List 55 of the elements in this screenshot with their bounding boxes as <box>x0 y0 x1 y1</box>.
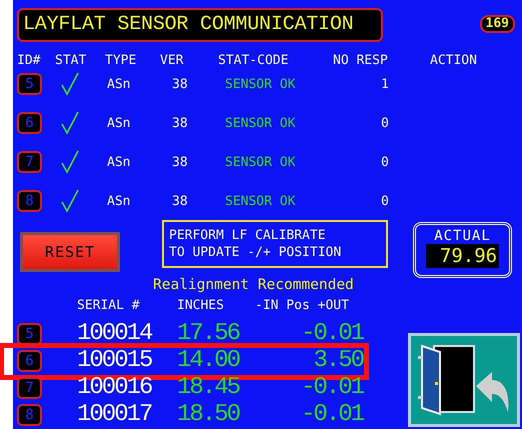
column-header: NO RESP <box>333 52 389 68</box>
exit-button[interactable] <box>408 333 520 427</box>
column-header: STAT-CODE <box>218 52 290 68</box>
sensor-type: ASn <box>106 76 132 92</box>
no-response-count: 0 <box>380 116 390 130</box>
inches-value: 18.50 <box>177 402 240 428</box>
actual-value: 79.96 <box>426 244 500 268</box>
message-line: TO UPDATE -/+ POSITION <box>169 244 342 261</box>
status-code: SENSOR OK <box>224 154 296 170</box>
message-line: PERFORM LF CALIBRATE <box>169 227 327 244</box>
position-value: -0.01 <box>300 320 363 346</box>
screen-number-badge: 169 <box>480 15 515 33</box>
serial-number: 100014 <box>77 320 153 346</box>
no-response-count: 0 <box>380 154 390 170</box>
column-header: SERIAL # <box>77 298 141 312</box>
sensor-version: 38 <box>171 154 189 170</box>
column-header: STAT <box>55 52 88 68</box>
inches-value: 14.00 <box>177 348 240 374</box>
sensor-id-badge[interactable]: 7 <box>17 376 42 398</box>
sensor-version: 38 <box>171 76 189 92</box>
reset-button[interactable]: RESET <box>20 232 120 272</box>
serial-number: 100017 <box>77 402 152 428</box>
sensor-version: 38 <box>171 116 189 130</box>
sensor-version: 38 <box>171 194 189 208</box>
sensor-id-badge[interactable]: 5 <box>17 73 42 95</box>
sensor-id-badge[interactable]: 6 <box>17 350 42 372</box>
sensor-id-badge[interactable]: 8 <box>17 404 42 426</box>
inches-value: 18.45 <box>177 374 240 400</box>
inches-value: 17.56 <box>177 320 240 346</box>
serial-number: 100016 <box>77 374 153 400</box>
no-response-count: 1 <box>380 76 390 92</box>
sensor-type: ASn <box>106 116 132 130</box>
sensor-id-badge[interactable]: 5 <box>17 322 42 344</box>
position-value: -0.01 <box>300 374 363 400</box>
column-header: -IN Pos +OUT <box>255 298 350 312</box>
sensor-id-badge[interactable]: 8 <box>17 190 42 212</box>
status-code: SENSOR OK <box>224 194 296 208</box>
column-header: TYPE <box>105 52 138 68</box>
realignment-notice: Realignment Recommended <box>153 276 355 294</box>
status-code: SENSOR OK <box>224 76 296 92</box>
actual-label: ACTUAL <box>434 228 491 244</box>
screen-title: LAYFLAT SENSOR COMMUNICATION <box>17 8 383 42</box>
column-header: INCHES <box>177 298 225 312</box>
column-header: ID# <box>17 52 42 68</box>
sensor-type: ASn <box>106 154 132 170</box>
sensor-type: ASn <box>106 194 132 208</box>
column-header: ACTION <box>430 52 478 68</box>
sensor-id-badge[interactable]: 6 <box>17 112 42 134</box>
no-response-count: 0 <box>380 194 390 208</box>
sensor-id-badge[interactable]: 7 <box>17 151 42 173</box>
status-code: SENSOR OK <box>224 116 296 130</box>
serial-number: 100015 <box>77 348 153 374</box>
position-value: -0.01 <box>300 402 363 428</box>
column-header: VER <box>160 52 184 68</box>
position-value: 3.50 <box>312 348 363 374</box>
